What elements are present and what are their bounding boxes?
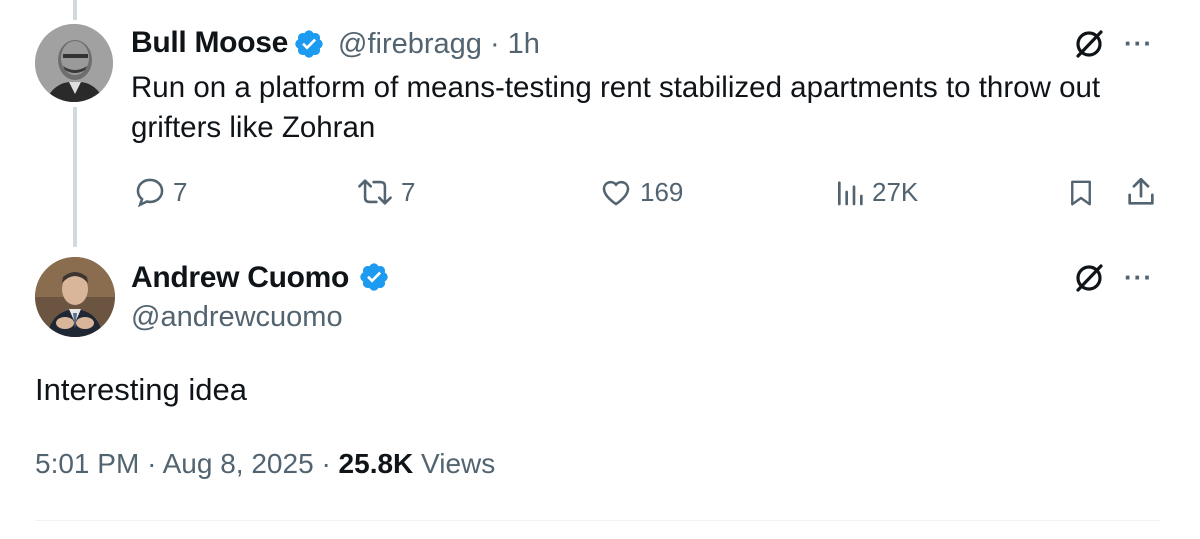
reply-button[interactable]: 7 xyxy=(133,172,187,212)
like-count: 169 xyxy=(640,176,684,207)
separator: · xyxy=(321,448,331,479)
like-icon xyxy=(602,180,630,206)
tweet-meta: 5:01 PM · Aug 8, 2025 · 25.8K Views xyxy=(35,448,495,480)
thread-line-top xyxy=(73,0,77,20)
repost-count: 7 xyxy=(401,176,416,207)
timestamp[interactable]: · 1h xyxy=(490,28,540,60)
more-icon[interactable]: ··· xyxy=(1124,262,1153,293)
display-name[interactable]: Andrew Cuomo xyxy=(131,261,349,295)
tweet-text: Interesting idea xyxy=(35,372,247,407)
separator: · xyxy=(147,448,157,479)
repost-icon xyxy=(358,179,392,205)
verified-icon xyxy=(295,30,323,58)
views-label: Views xyxy=(421,448,496,479)
avatar[interactable] xyxy=(35,257,115,337)
tweet-time[interactable]: 5:01 PM xyxy=(35,448,139,479)
verified-icon xyxy=(360,263,388,291)
reply-count: 7 xyxy=(173,176,188,207)
views-icon xyxy=(838,181,863,206)
share-icon[interactable] xyxy=(1124,174,1158,210)
thread-connector-line xyxy=(73,107,77,247)
tweet-text: Run on a platform of means-testing rent … xyxy=(131,71,1101,144)
views-button[interactable]: 27K xyxy=(834,172,918,212)
user-handle[interactable]: @firebragg · 1h xyxy=(338,28,540,61)
bookmark-icon[interactable] xyxy=(1066,176,1096,210)
grok-icon[interactable] xyxy=(1072,261,1106,295)
reply-icon xyxy=(136,178,164,208)
views-count: 27K xyxy=(872,176,919,207)
tweet-date[interactable]: Aug 8, 2025 xyxy=(163,448,314,479)
user-handle[interactable]: @andrewcuomo xyxy=(131,301,343,334)
more-icon[interactable]: ··· xyxy=(1124,28,1153,59)
display-name[interactable]: Bull Moose xyxy=(131,26,288,60)
grok-icon[interactable] xyxy=(1072,27,1106,61)
views-total: 25.8K xyxy=(338,448,414,479)
avatar[interactable] xyxy=(35,24,113,102)
like-button[interactable]: 169 xyxy=(598,172,683,212)
divider xyxy=(35,520,1160,521)
repost-button[interactable]: 7 xyxy=(355,172,415,212)
handle-text[interactable]: @firebragg xyxy=(338,28,482,60)
